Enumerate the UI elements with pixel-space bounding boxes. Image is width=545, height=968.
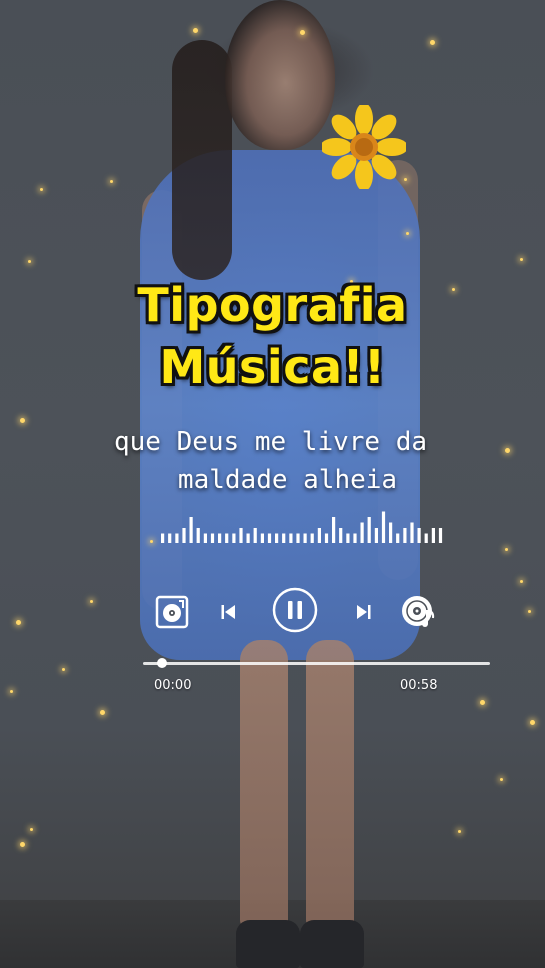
sparkle-dot xyxy=(193,28,198,33)
sparkle-dot xyxy=(10,690,13,693)
waveform-bar xyxy=(303,533,307,543)
sunflower-image xyxy=(322,105,406,189)
audio-waveform xyxy=(161,511,443,543)
waveform-bar xyxy=(282,533,286,543)
waveform-bar xyxy=(381,511,386,543)
pause-icon xyxy=(272,587,318,633)
waveform-bar xyxy=(353,533,357,543)
sparkle-dot xyxy=(530,720,535,725)
waveform-bar xyxy=(424,533,428,543)
waveform-bar xyxy=(225,533,229,543)
background-figure-hair xyxy=(172,40,232,280)
sparkle-dot xyxy=(150,540,153,543)
waveform-bar xyxy=(374,528,378,543)
sparkle-dot xyxy=(430,40,435,45)
sparkle-dot xyxy=(505,548,508,551)
title-line-2: Música!! xyxy=(159,340,386,394)
waveform-bar xyxy=(196,528,200,543)
progress-thumb[interactable] xyxy=(157,658,167,668)
progress-bar[interactable] xyxy=(143,658,490,668)
music-disc-button[interactable] xyxy=(399,593,439,631)
music-disc-icon xyxy=(402,596,435,627)
current-time: 00:00 xyxy=(154,678,192,693)
skip-previous-icon xyxy=(221,605,235,619)
waveform-bar xyxy=(168,533,172,543)
next-button[interactable] xyxy=(352,600,376,624)
waveform-bar xyxy=(267,533,272,543)
previous-button[interactable] xyxy=(216,600,240,624)
waveform-bar xyxy=(260,533,264,543)
waveform-bar xyxy=(324,533,329,543)
lyric-line-2: maldade alheia xyxy=(177,465,398,495)
sparkle-dot xyxy=(480,700,485,705)
vinyl-record-button[interactable] xyxy=(154,594,190,630)
sparkle-dot xyxy=(520,580,523,583)
waveform-bar xyxy=(218,533,222,543)
background-figure-leg xyxy=(240,640,288,930)
waveform-bar xyxy=(310,533,314,543)
waveform-bar xyxy=(161,533,165,543)
play-pause-button[interactable] xyxy=(272,587,318,633)
waveform-bar xyxy=(239,528,243,543)
waveform-bar xyxy=(210,533,215,543)
sparkle-dot xyxy=(458,830,461,833)
sparkle-dot xyxy=(28,260,31,263)
waveform-bar xyxy=(360,522,364,543)
total-time: 00:58 xyxy=(400,678,438,693)
sparkle-dot xyxy=(500,778,503,781)
player-controls xyxy=(0,585,545,637)
waveform-bar xyxy=(417,528,421,543)
waveform-bar xyxy=(182,528,186,543)
sparkle-dot xyxy=(20,842,25,847)
sparkle-dot xyxy=(100,710,105,715)
background-figure-legs xyxy=(228,640,358,930)
waveform-bar xyxy=(431,528,435,543)
background-figure-leg xyxy=(306,640,354,930)
sparkle-dot xyxy=(30,828,33,831)
waveform-bar xyxy=(367,517,371,543)
waveform-bar xyxy=(189,517,193,543)
sparkle-dot xyxy=(40,188,43,191)
background-figure-shoe xyxy=(236,920,300,968)
sparkle-dot xyxy=(62,668,65,671)
sparkle-dot xyxy=(404,178,407,181)
waveform-bar xyxy=(438,528,443,543)
waveform-bar xyxy=(346,533,350,543)
waveform-bar xyxy=(396,533,400,543)
waveform-bar xyxy=(175,533,179,543)
sparkle-dot xyxy=(300,30,305,35)
waveform-bar xyxy=(317,528,321,543)
waveform-bar xyxy=(332,517,336,543)
waveform-bar xyxy=(389,522,393,543)
waveform-bar xyxy=(232,533,236,543)
waveform-bar xyxy=(296,533,300,543)
waveform-bar xyxy=(339,528,343,543)
background-figure-shoe xyxy=(300,920,364,968)
sparkle-dot xyxy=(110,180,113,183)
vinyl-record-icon xyxy=(155,595,189,629)
waveform-bar xyxy=(403,528,407,543)
skip-next-icon xyxy=(357,605,371,619)
waveform-bar xyxy=(410,522,414,543)
background-figure-head xyxy=(225,0,335,150)
sparkle-dot xyxy=(520,258,523,261)
sparkle-dot xyxy=(406,232,409,235)
waveform-bar xyxy=(253,528,257,543)
waveform-bar xyxy=(289,533,293,543)
waveform-bar xyxy=(203,533,207,543)
lyric-line-1: que Deus me livre da xyxy=(113,427,428,457)
title-line-1: Tipografia xyxy=(137,278,408,332)
waveform-bar xyxy=(275,533,279,543)
waveform-bar xyxy=(246,533,250,543)
